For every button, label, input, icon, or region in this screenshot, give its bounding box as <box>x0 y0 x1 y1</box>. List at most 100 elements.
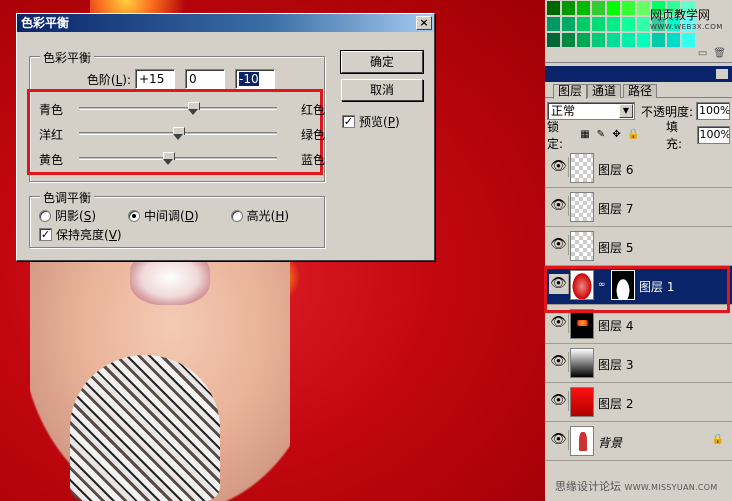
layers-panel-header[interactable] <box>545 66 732 82</box>
color-swatch[interactable] <box>636 32 651 48</box>
yellow-blue-thumb[interactable] <box>163 152 176 165</box>
tone-balance-legend: 色调平衡 <box>40 189 95 206</box>
color-swatch[interactable] <box>621 32 636 48</box>
color-swatch[interactable] <box>621 0 636 16</box>
layer-row[interactable]: 👁 图层 3 <box>545 344 732 383</box>
magenta-green-thumb[interactable] <box>173 127 185 140</box>
color-levels-label: 色阶(L): <box>86 72 131 87</box>
red-label: 红色 <box>300 103 325 117</box>
highlights-radio-dot[interactable] <box>230 209 243 222</box>
tab-channels[interactable]: 通道 <box>587 84 622 98</box>
bottom-watermark: 思缘设计论坛 WWW.MISSYUAN.COM <box>555 480 718 493</box>
preview-check-icon[interactable]: ✓ <box>342 115 355 128</box>
tab-paths[interactable]: 路径 <box>623 84 658 98</box>
color-swatch[interactable] <box>606 0 621 16</box>
color-swatch[interactable] <box>576 16 591 32</box>
color-swatch[interactable] <box>561 16 576 32</box>
fill-label: 填充: <box>665 120 683 151</box>
layer-row[interactable]: 👁 背景 🔒 <box>545 422 732 461</box>
color-swatch[interactable] <box>576 0 591 16</box>
color-swatch[interactable] <box>606 32 621 48</box>
layer-name: 背景 <box>598 436 623 450</box>
eye-icon[interactable]: 👁 <box>549 235 569 255</box>
color-swatch[interactable] <box>546 0 561 16</box>
layer-row[interactable]: 👁 图层 2 <box>545 383 732 422</box>
shadows-radio-dot[interactable] <box>39 209 51 222</box>
fireworks-graphic <box>90 0 210 14</box>
color-swatch[interactable] <box>561 0 576 16</box>
new-swatch-icon[interactable]: ▭ <box>698 48 707 59</box>
ok-button[interactable]: 确定 <box>340 50 424 74</box>
color-swatch[interactable] <box>591 16 606 32</box>
lock-move-icon[interactable]: ✥ <box>611 129 622 141</box>
cancel-button[interactable]: 取消 <box>341 79 423 101</box>
preserve-luminosity-check-icon[interactable]: ✓ <box>39 228 52 241</box>
layer-thumbnail <box>570 153 594 183</box>
close-button[interactable]: × <box>416 16 432 30</box>
color-swatch[interactable] <box>591 32 606 48</box>
midtones-radio-dot[interactable] <box>128 209 140 222</box>
color-swatch[interactable] <box>666 32 681 48</box>
panel-menu-icon[interactable] <box>716 69 728 79</box>
lock-paint-icon[interactable]: ✎ <box>595 129 606 141</box>
eye-icon[interactable]: 👁 <box>549 196 569 216</box>
dialog-titlebar[interactable]: 色彩平衡 × <box>17 14 434 32</box>
layer-row[interactable]: 👁 图层 7 <box>545 188 732 227</box>
color-balance-dialog: 色彩平衡 × 色彩平衡 色阶(L): +15 0 -10 青色 红色 洋红 绿色… <box>16 13 435 261</box>
shadows-label: 阴影(S) <box>55 209 96 223</box>
color-swatch[interactable] <box>651 32 666 48</box>
cyan-red-slider[interactable]: 青色 红色 <box>39 99 325 117</box>
color-swatch[interactable] <box>561 32 576 48</box>
trash-icon[interactable]: 🗑 <box>713 48 726 59</box>
right-panels: 网页教学网 WWW.WEB3X.COM ▭ 🗑 图层 通道 路径 正常 ▼ 不透… <box>545 0 732 501</box>
yellow-blue-slider[interactable]: 黄色 蓝色 <box>39 149 325 167</box>
layer-thumbnail <box>570 426 594 456</box>
level-magenta-green-input[interactable]: 0 <box>185 69 225 89</box>
fill-input[interactable]: 100% <box>696 126 730 144</box>
layer-name: 图层 7 <box>598 202 634 216</box>
cyan-red-track[interactable] <box>79 107 277 110</box>
color-levels-row: 色阶(L): +15 0 -10 <box>65 69 285 89</box>
level-cyan-red-input[interactable]: +15 <box>135 69 175 89</box>
eye-icon[interactable]: 👁 <box>549 313 569 333</box>
opacity-input[interactable]: 100% <box>696 102 730 120</box>
opacity-label: 不透明度: <box>640 104 694 119</box>
color-swatch[interactable] <box>576 32 591 48</box>
color-swatch[interactable] <box>636 0 651 16</box>
layer-highlight-box <box>544 266 730 313</box>
midtones-label: 中间调(D) <box>144 209 199 223</box>
yellow-blue-track[interactable] <box>79 157 277 160</box>
shadows-radio[interactable]: 阴影(S) <box>39 207 96 224</box>
lock-transparency-icon[interactable]: ▦ <box>580 129 591 141</box>
cyan-red-thumb[interactable] <box>187 102 200 115</box>
preview-checkbox[interactable]: ✓ 预览(P) <box>342 113 400 130</box>
midtones-radio[interactable]: 中间调(D) <box>128 207 199 224</box>
layer-thumbnail <box>570 192 594 222</box>
preserve-luminosity-checkbox[interactable]: ✓ 保持亮度(V) <box>39 226 122 243</box>
color-swatch[interactable] <box>681 32 696 48</box>
layer-name: 图层 4 <box>598 319 634 333</box>
color-swatch[interactable] <box>591 0 606 16</box>
color-swatch[interactable] <box>621 16 636 32</box>
layer-row[interactable]: 👁 图层 6 <box>545 149 732 188</box>
level-yellow-blue-input[interactable]: -10 <box>235 69 275 89</box>
magenta-green-slider[interactable]: 洋红 绿色 <box>39 124 325 142</box>
layer-thumbnail <box>570 309 594 339</box>
chevron-down-icon[interactable]: ▼ <box>618 104 633 118</box>
eye-icon[interactable]: 👁 <box>549 157 569 177</box>
eye-icon[interactable]: 👁 <box>549 430 569 450</box>
layer-name: 图层 6 <box>598 163 634 177</box>
highlights-radio[interactable]: 高光(H) <box>230 207 289 224</box>
top-watermark: 网页教学网 WWW.WEB3X.COM <box>650 8 723 31</box>
color-swatch[interactable] <box>546 32 561 48</box>
eye-icon[interactable]: 👁 <box>549 391 569 411</box>
color-swatch[interactable] <box>606 16 621 32</box>
color-swatch[interactable] <box>546 16 561 32</box>
eye-icon[interactable]: 👁 <box>549 352 569 372</box>
lock-all-icon[interactable]: 🔒 <box>627 129 639 141</box>
swatches-panel: 网页教学网 WWW.WEB3X.COM ▭ 🗑 <box>545 0 732 63</box>
layer-row[interactable]: 👁 图层 5 <box>545 227 732 266</box>
yellow-label: 黄色 <box>39 153 64 167</box>
color-swatch[interactable] <box>636 16 651 32</box>
tab-layers[interactable]: 图层 <box>553 84 588 99</box>
